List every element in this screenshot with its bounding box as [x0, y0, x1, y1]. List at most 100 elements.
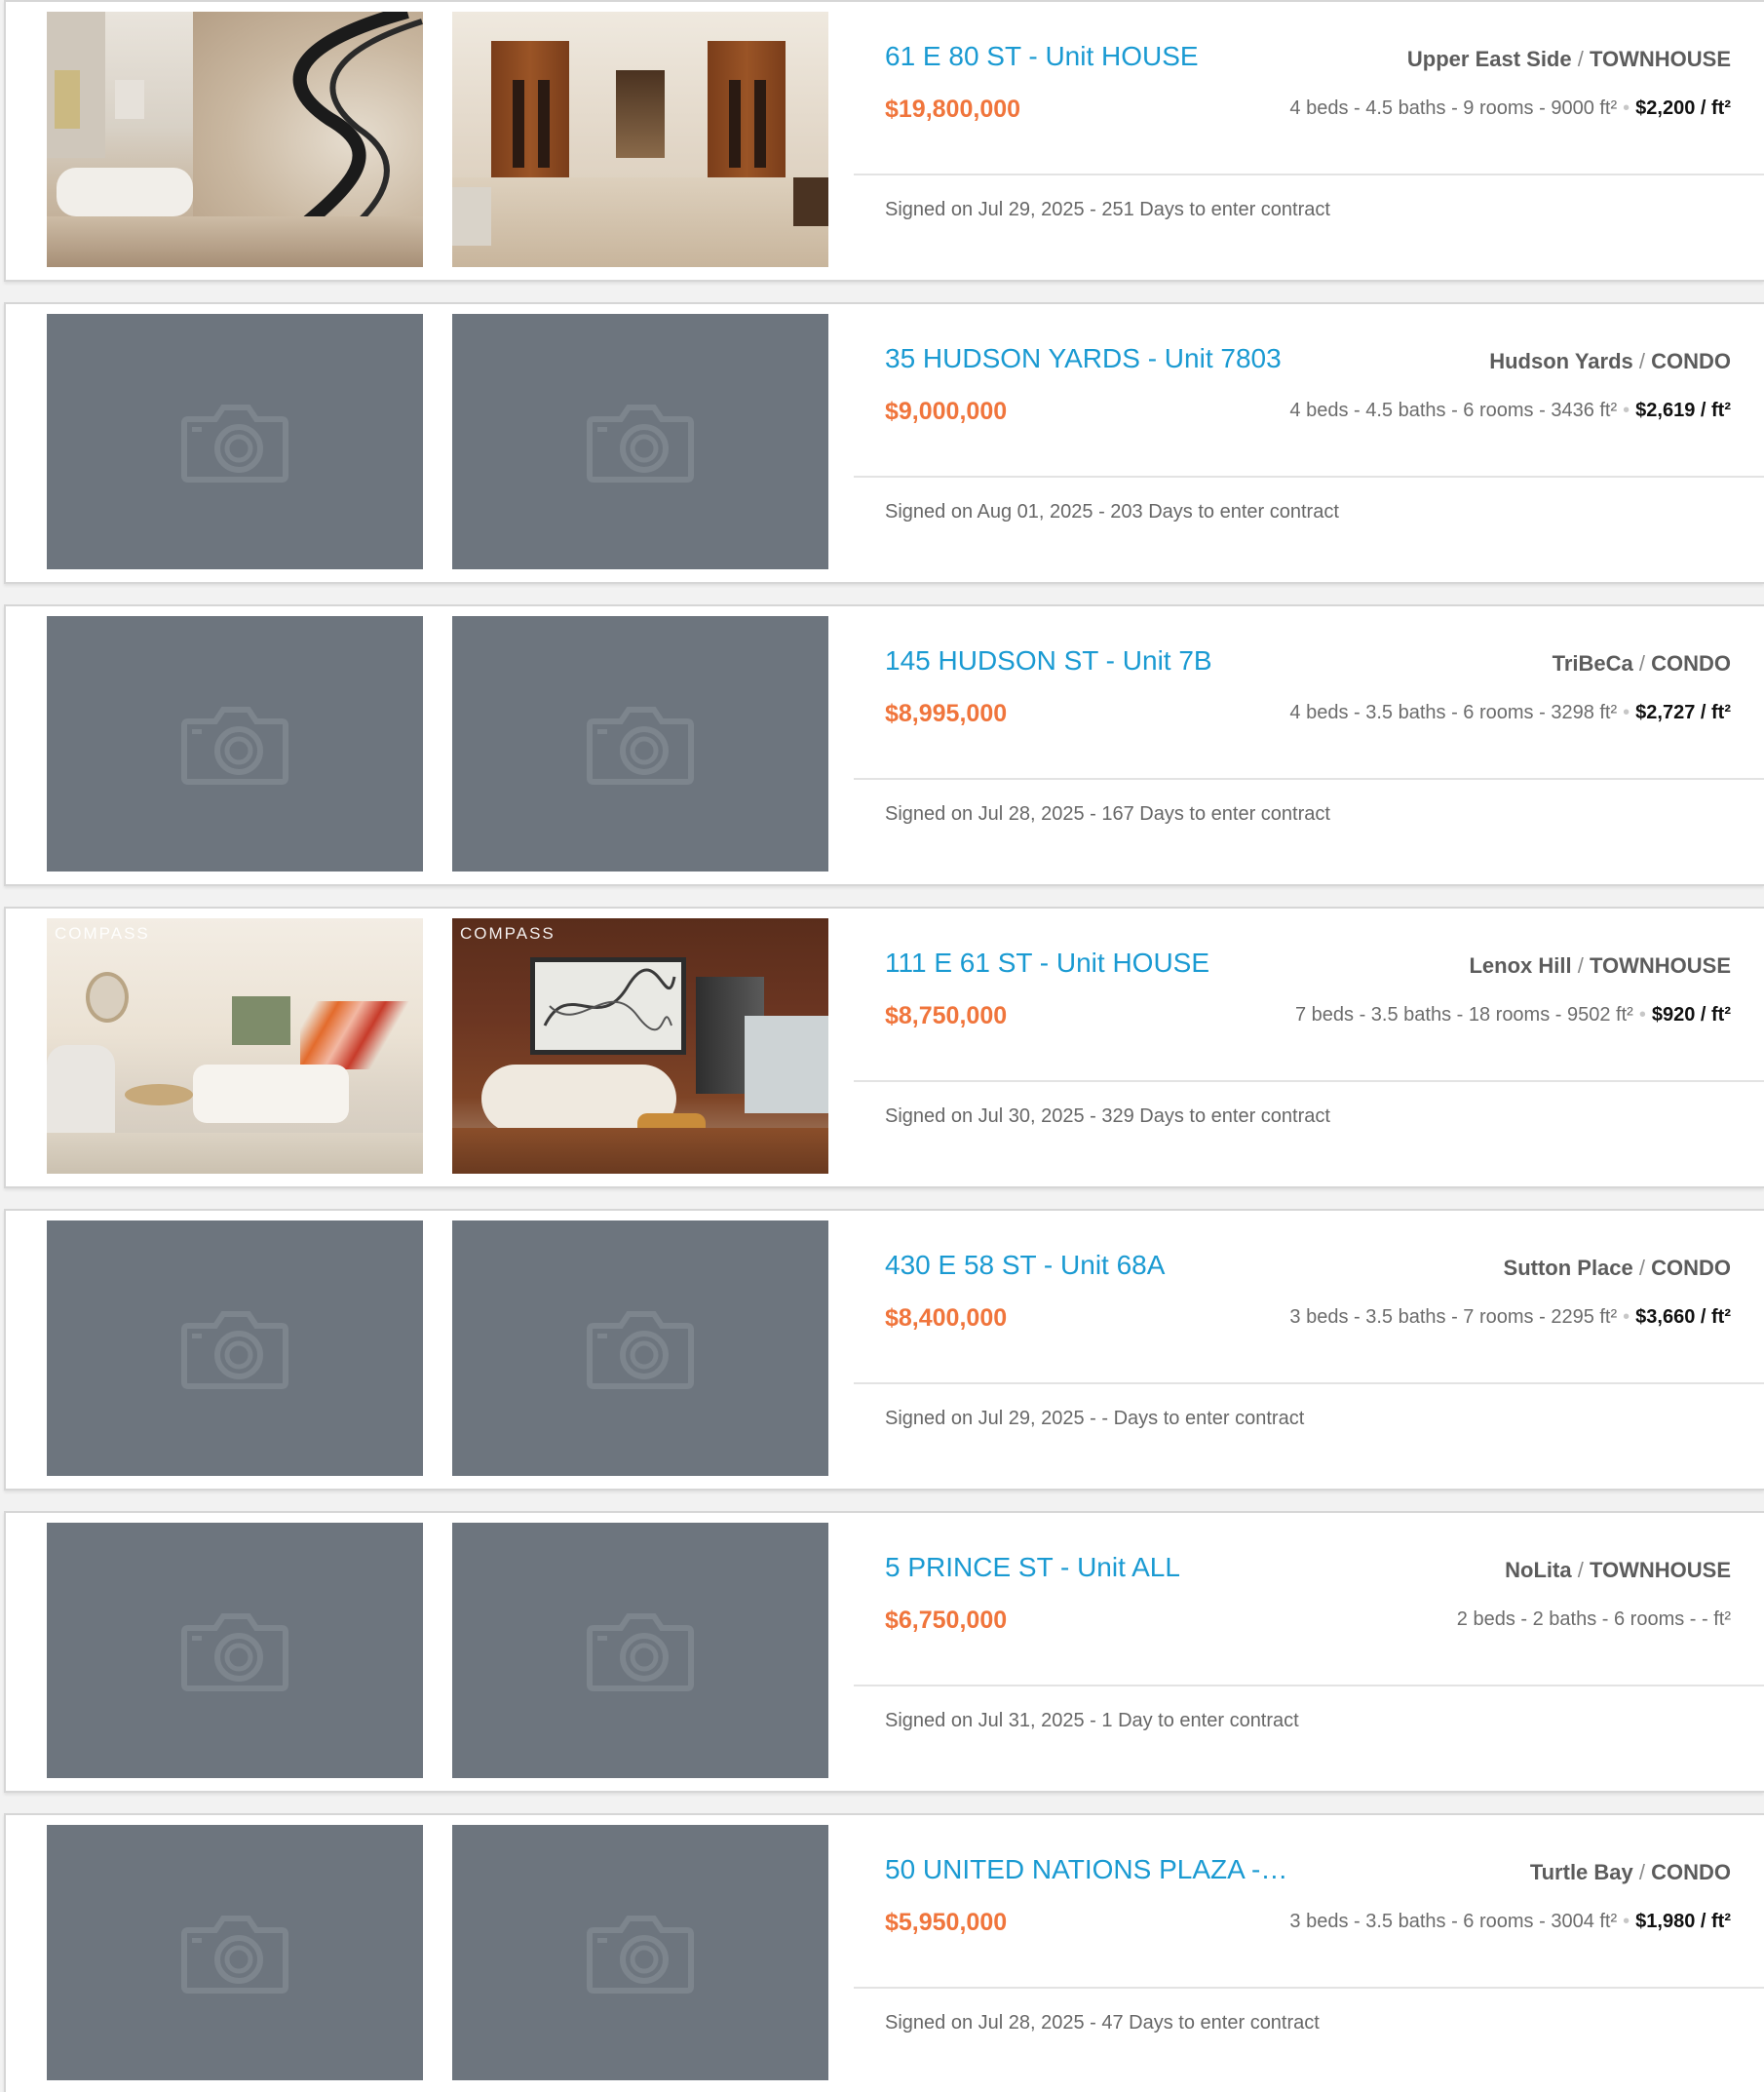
listing-title[interactable]: 145 HUDSON ST - Unit 7B — [885, 645, 1343, 677]
property-type: CONDO — [1651, 1860, 1731, 1884]
listing-info: 50 UNITED NATIONS PLAZA -… Turtle Bay / … — [850, 1815, 1764, 2092]
listing-details: 4 beds - 4.5 baths - 9 rooms - 9000 ft² — [1289, 97, 1618, 119]
listing-stats: 2 beds - 2 baths - 6 rooms - - ft² — [1457, 1608, 1731, 1631]
divider — [854, 778, 1764, 780]
neighborhood: NoLita — [1505, 1558, 1572, 1582]
listing-card[interactable]: 61 E 80 ST - Unit HOUSE Upper East Side … — [4, 0, 1764, 282]
listing-photo[interactable]: COMPASS — [47, 918, 423, 1174]
neighborhood: Turtle Bay — [1529, 1860, 1633, 1884]
listing-meta: Turtle Bay / CONDO — [1530, 1860, 1731, 1885]
signed-info: Signed on Aug 01, 2025 - 203 Days to ent… — [885, 501, 1339, 523]
listing-price: $5,950,000 — [885, 1909, 1008, 1936]
listing-photo[interactable] — [452, 1825, 828, 2080]
listing-title[interactable]: 5 PRINCE ST - Unit ALL — [885, 1552, 1343, 1583]
listing-price: $8,750,000 — [885, 1002, 1008, 1029]
listing-title[interactable]: 50 UNITED NATIONS PLAZA -… — [885, 1854, 1343, 1885]
listing-title[interactable]: 61 E 80 ST - Unit HOUSE — [885, 41, 1343, 72]
bullet-separator: • — [1638, 1004, 1646, 1026]
listing-stats: 4 beds - 4.5 baths - 9 rooms - 9000 ft² •… — [1289, 97, 1731, 120]
listing-title[interactable]: 35 HUDSON YARDS - Unit 7803 — [885, 343, 1343, 374]
listing-card[interactable]: COMPASS COMPASS 111 E 61 ST - Unit HOUSE… — [4, 907, 1764, 1188]
listing-photo[interactable]: COMPASS — [452, 918, 828, 1174]
listing-details: 3 beds - 3.5 baths - 6 rooms - 3004 ft² — [1289, 1911, 1618, 1932]
listing-stats: 4 beds - 4.5 baths - 6 rooms - 3436 ft² •… — [1289, 400, 1731, 422]
meta-separator: / — [1632, 1256, 1652, 1280]
listing-details: 4 beds - 4.5 baths - 6 rooms - 3436 ft² — [1289, 400, 1618, 421]
listing-info: 145 HUDSON ST - Unit 7B TriBeCa / CONDO … — [850, 606, 1764, 884]
meta-separator: / — [1571, 953, 1590, 978]
listing-info: 111 E 61 ST - Unit HOUSE Lenox Hill / TO… — [850, 909, 1764, 1186]
listing-details: 2 beds - 2 baths - 6 rooms - - ft² — [1456, 1608, 1731, 1630]
property-type: CONDO — [1651, 349, 1731, 373]
meta-separator: / — [1632, 1860, 1652, 1884]
camera-icon — [587, 405, 694, 483]
divider — [854, 1987, 1764, 1989]
listing-photo[interactable] — [452, 12, 828, 267]
neighborhood: Lenox Hill — [1469, 953, 1572, 978]
price-per-sqft: $3,660 / ft² — [1635, 1306, 1731, 1328]
listing-photo[interactable] — [47, 1523, 423, 1778]
listing-photo[interactable] — [452, 1220, 828, 1476]
listing-meta: Sutton Place / CONDO — [1504, 1256, 1731, 1281]
listing-price: $19,800,000 — [885, 96, 1021, 123]
listing-title[interactable]: 111 E 61 ST - Unit HOUSE — [885, 948, 1343, 979]
listing-meta: Upper East Side / TOWNHOUSE — [1407, 47, 1731, 72]
listing-info: 5 PRINCE ST - Unit ALL NoLita / TOWNHOUS… — [850, 1513, 1764, 1791]
bullet-separator: • — [1623, 400, 1630, 421]
listing-price: $9,000,000 — [885, 398, 1008, 425]
signed-info: Signed on Jul 31, 2025 - 1 Day to enter … — [885, 1710, 1299, 1731]
listing-title[interactable]: 430 E 58 ST - Unit 68A — [885, 1250, 1343, 1281]
camera-icon — [181, 707, 288, 785]
listing-card[interactable]: 5 PRINCE ST - Unit ALL NoLita / TOWNHOUS… — [4, 1511, 1764, 1793]
listing-meta: Lenox Hill / TOWNHOUSE — [1469, 953, 1731, 979]
neighborhood: Hudson Yards — [1489, 349, 1633, 373]
signed-info: Signed on Jul 28, 2025 - 167 Days to ent… — [885, 803, 1330, 825]
neighborhood: TriBeCa — [1552, 651, 1633, 676]
neighborhood: Sutton Place — [1503, 1256, 1633, 1280]
listing-stats: 7 beds - 3.5 baths - 18 rooms - 9502 ft²… — [1295, 1004, 1731, 1027]
camera-icon — [181, 1613, 288, 1691]
listing-photo[interactable] — [452, 1523, 828, 1778]
listing-photo[interactable] — [452, 616, 828, 872]
bullet-separator: • — [1623, 97, 1630, 119]
brand-watermark: COMPASS — [55, 924, 150, 943]
meta-separator: / — [1571, 1558, 1590, 1582]
camera-icon — [587, 1613, 694, 1691]
bullet-separator: • — [1623, 702, 1630, 723]
listing-photo[interactable] — [47, 314, 423, 569]
listing-card[interactable]: 430 E 58 ST - Unit 68A Sutton Place / CO… — [4, 1209, 1764, 1491]
camera-icon — [181, 405, 288, 483]
listing-card[interactable]: 145 HUDSON ST - Unit 7B TriBeCa / CONDO … — [4, 604, 1764, 886]
listing-photo[interactable] — [47, 1825, 423, 2080]
divider — [854, 174, 1764, 175]
divider — [854, 1382, 1764, 1384]
listing-card[interactable]: 50 UNITED NATIONS PLAZA -… Turtle Bay / … — [4, 1813, 1764, 2092]
meta-separator: / — [1632, 349, 1652, 373]
listing-meta: Hudson Yards / CONDO — [1489, 349, 1731, 374]
camera-icon — [587, 707, 694, 785]
property-type: TOWNHOUSE — [1589, 1558, 1731, 1582]
listing-meta: TriBeCa / CONDO — [1553, 651, 1731, 677]
listing-info: 35 HUDSON YARDS - Unit 7803 Hudson Yards… — [850, 304, 1764, 582]
listing-card[interactable]: 35 HUDSON YARDS - Unit 7803 Hudson Yards… — [4, 302, 1764, 584]
listing-photo[interactable] — [47, 1220, 423, 1476]
listing-photo[interactable] — [452, 314, 828, 569]
camera-icon — [181, 1916, 288, 1994]
property-type: CONDO — [1651, 1256, 1731, 1280]
meta-separator: / — [1571, 47, 1590, 71]
listing-photo[interactable] — [47, 616, 423, 872]
listing-price: $6,750,000 — [885, 1607, 1008, 1634]
property-type: CONDO — [1651, 651, 1731, 676]
camera-icon — [587, 1311, 694, 1389]
listing-meta: NoLita / TOWNHOUSE — [1505, 1558, 1731, 1583]
neighborhood: Upper East Side — [1406, 47, 1572, 71]
bullet-separator: • — [1623, 1911, 1630, 1932]
listing-photo[interactable] — [47, 12, 423, 267]
price-per-sqft: $920 / ft² — [1651, 1004, 1731, 1026]
signed-info: Signed on Jul 28, 2025 - 47 Days to ente… — [885, 2012, 1320, 2034]
listing-stats: 3 beds - 3.5 baths - 7 rooms - 2295 ft² •… — [1289, 1306, 1731, 1329]
listing-price: $8,995,000 — [885, 700, 1008, 727]
bullet-separator: • — [1623, 1306, 1630, 1328]
listing-details: 7 beds - 3.5 baths - 18 rooms - 9502 ft² — [1294, 1004, 1633, 1026]
divider — [854, 1080, 1764, 1082]
